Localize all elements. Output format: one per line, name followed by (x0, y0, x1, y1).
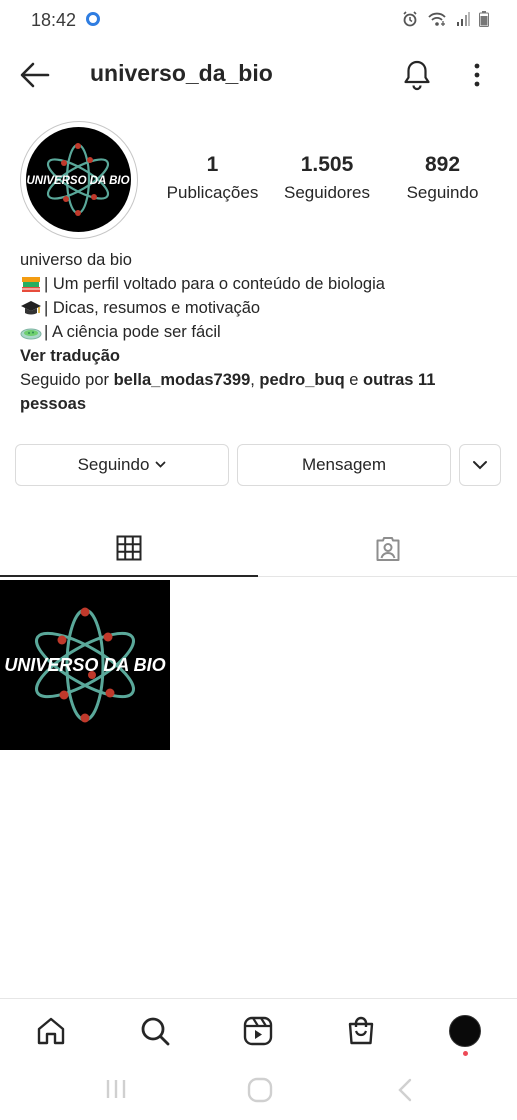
notification-app-icon (86, 12, 100, 26)
shop-bag-icon (348, 1016, 374, 1045)
post-thumbnail[interactable]: UNIVERSO DA BIO (0, 580, 170, 750)
status-time: 18:42 (31, 10, 77, 30)
system-icons (402, 11, 489, 27)
bell-icon[interactable] (400, 58, 434, 92)
notification-dot (463, 1051, 468, 1056)
stat-posts[interactable]: 1 Publicações (160, 153, 265, 203)
tagged-user-icon (376, 536, 400, 561)
posts-count: 1 (206, 153, 219, 176)
battery-icon (479, 11, 489, 27)
status-bar: 18:42 (0, 0, 517, 40)
profile-tabs (0, 520, 517, 577)
suggested-accounts-button[interactable] (459, 444, 501, 486)
reels-icon (243, 1016, 273, 1046)
arrow-left-icon[interactable] (18, 60, 52, 90)
message-button-label: Mensagem (301, 455, 387, 474)
following-button[interactable]: Seguindo (15, 444, 229, 486)
followers-label: Seguidores (283, 183, 370, 202)
follower-link[interactable]: bella_modas7399 (114, 371, 251, 389)
profile-avatar (449, 1015, 481, 1047)
stat-followers[interactable]: 1.505 Seguidores (277, 153, 377, 203)
chevron-down-icon (473, 461, 487, 470)
tab-tagged[interactable] (259, 520, 517, 577)
followers-count: 1.505 (300, 153, 354, 176)
bio-line-text: | Dicas, resumos e motivação (44, 299, 261, 317)
follower-link[interactable]: pedro_buq (259, 371, 344, 389)
profile-username: universo_da_bio (90, 60, 273, 86)
graduation-cap-emoji-icon (21, 301, 41, 315)
signal-icon (457, 12, 470, 26)
post-logo-text: UNIVERSO DA BIO (4, 655, 165, 675)
followed-by-text: Seguido por bella_modas7399, pedro_buq e… (20, 368, 500, 416)
recent-apps-icon[interactable] (104, 1078, 128, 1100)
back-button-icon[interactable] (396, 1078, 414, 1102)
bio-line-text: | Um perfil voltado para o conteúdo de b… (44, 275, 385, 293)
nav-home[interactable] (33, 1013, 69, 1049)
stat-following[interactable]: 892 Seguindo (395, 153, 490, 203)
atom-logo-icon: UNIVERSO DA BIO (4, 607, 166, 723)
chevron-down-icon (156, 461, 166, 468)
profile-bio: universo da bio | Um perfil voltado para… (20, 248, 500, 416)
see-translation-link[interactable]: Ver tradução (20, 344, 500, 368)
nav-profile[interactable] (447, 1013, 483, 1049)
profile-header: universo_da_bio (0, 50, 517, 100)
bio-line-text: | A ciência pode ser fácil (44, 323, 221, 341)
atom-logo-icon: UNIVERSO DA BIO (26, 143, 130, 216)
profile-display-name: universo da bio (20, 251, 132, 269)
bottom-navigation (0, 998, 517, 1062)
vertical-dots-icon[interactable] (466, 60, 488, 90)
following-button-label: Seguindo (77, 455, 150, 474)
bio-line: | Um perfil voltado para o conteúdo de b… (20, 272, 500, 296)
tab-posts-grid[interactable] (0, 520, 258, 577)
search-icon (141, 1017, 170, 1046)
nav-search[interactable] (137, 1013, 173, 1049)
following-count: 892 (424, 153, 461, 176)
followed-by-prefix: Seguido por (20, 371, 114, 389)
bio-line: | A ciência pode ser fácil (20, 320, 500, 344)
system-navigation-bar (0, 1062, 517, 1120)
followed-connector: e (344, 371, 364, 389)
home-button-icon[interactable] (247, 1077, 273, 1103)
message-button[interactable]: Mensagem (237, 444, 451, 486)
books-emoji-icon (22, 277, 40, 292)
following-label: Seguindo (406, 183, 479, 202)
home-icon (37, 1017, 65, 1045)
wifi-icon (428, 12, 446, 26)
profile-avatar-ring[interactable]: UNIVERSO DA BIO (20, 121, 138, 239)
grid-icon (116, 535, 142, 560)
profile-avatar[interactable]: UNIVERSO DA BIO (26, 127, 131, 232)
alarm-icon (403, 11, 417, 27)
bio-line: | Dicas, resumos e motivação (20, 296, 500, 320)
posts-label: Publicações (166, 183, 259, 202)
petri-dish-emoji-icon (20, 328, 42, 340)
avatar-logo-text: UNIVERSO DA BIO (26, 175, 129, 187)
nav-shop[interactable] (343, 1013, 379, 1049)
nav-reels[interactable] (240, 1013, 276, 1049)
